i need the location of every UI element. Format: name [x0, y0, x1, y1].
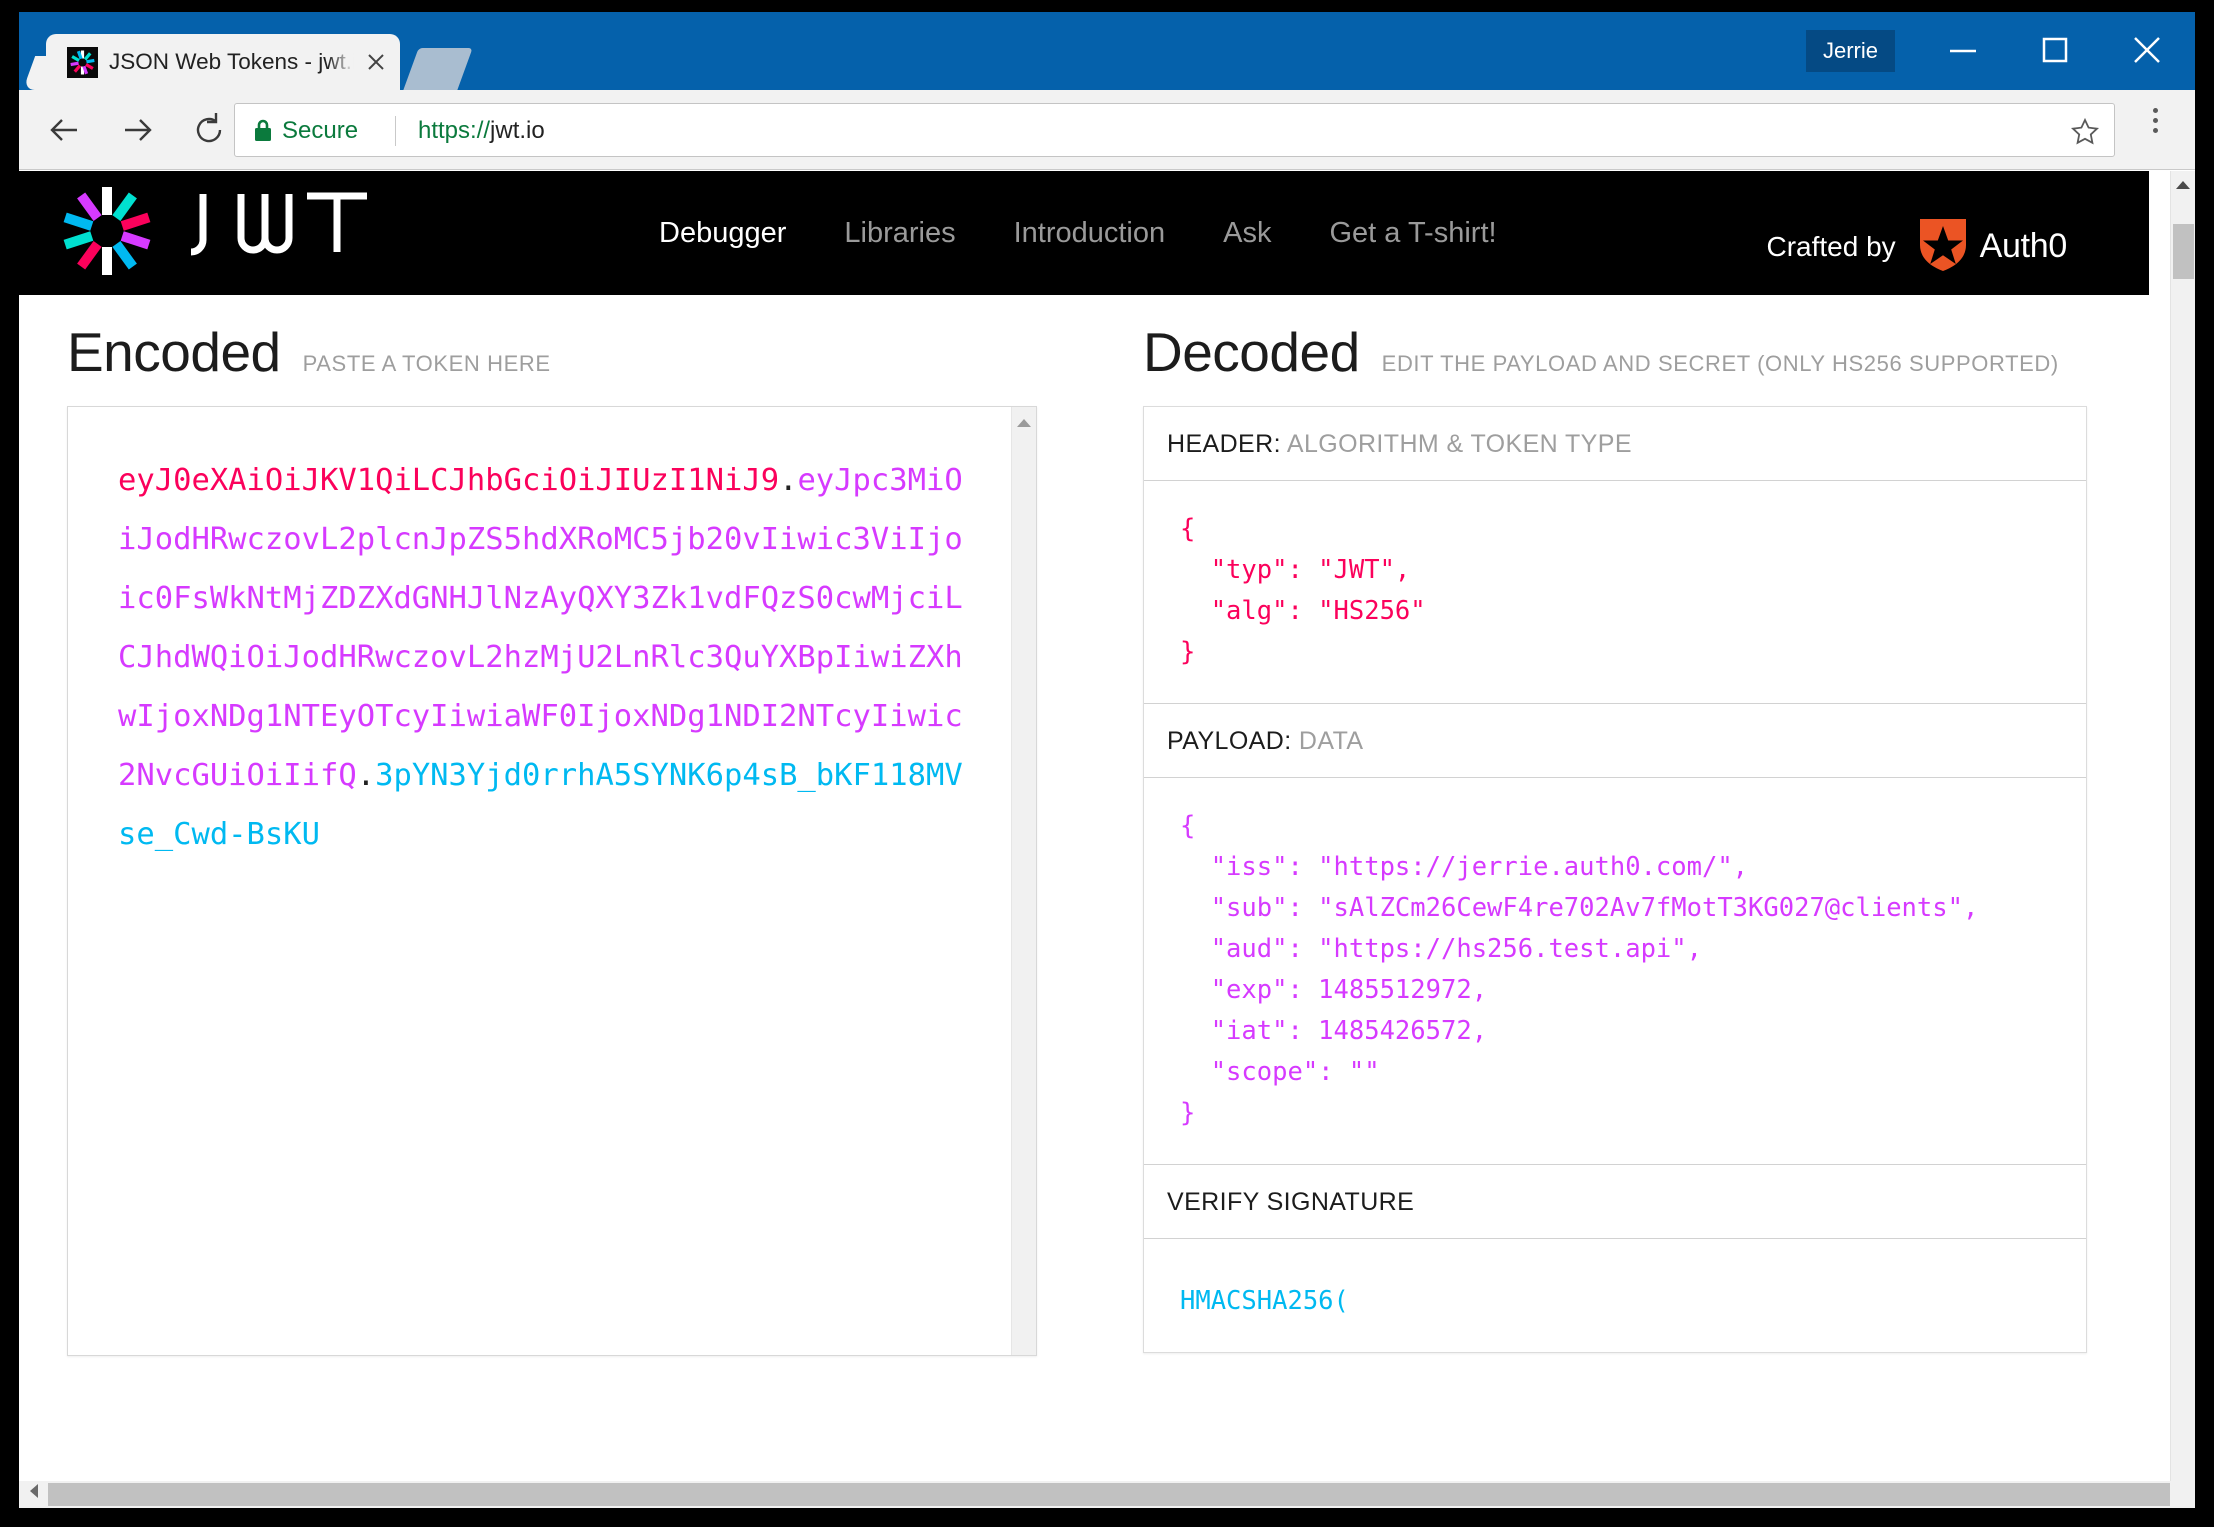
page-viewport: Debugger Libraries Introduction Ask Get …: [19, 171, 2195, 1508]
encoded-token-input[interactable]: eyJ0eXAiOiJKV1QiLCJhbGciOiJIUzI1NiJ9.eyJ…: [67, 406, 1037, 1356]
address-bar-url: https://jwt.io: [418, 115, 545, 147]
security-status-label: Secure: [282, 117, 359, 144]
nav-link-get-a-tshirt[interactable]: Get a T-shirt!: [1329, 217, 1496, 250]
site-header: Debugger Libraries Introduction Ask Get …: [19, 171, 2149, 295]
encoded-heading: Encoded PASTE A TOKEN HERE: [19, 295, 1081, 384]
menu-dot: [2152, 118, 2158, 123]
token-header-segment: eyJ0eXAiOiJKV1QiLCJhbGciOiJIUzI1NiJ9: [118, 463, 780, 498]
header-panel-label-muted: ALGORITHM & TOKEN TYPE: [1286, 430, 1632, 458]
encoded-title: Encoded: [67, 321, 281, 383]
auth0-wordmark: Auth0: [1979, 227, 2068, 265]
scroll-left-icon[interactable]: [23, 1483, 45, 1504]
site-navigation: Debugger Libraries Introduction Ask Get …: [659, 217, 1497, 250]
horizontal-scrollbar-thumb[interactable]: [48, 1483, 2170, 1506]
scrollbar-corner: [2170, 1481, 2195, 1508]
omnibox-divider: [395, 116, 396, 146]
decoded-heading: Decoded EDIT THE PAYLOAD AND SECRET (ONL…: [1081, 295, 2149, 384]
vertical-scrollbar-thumb[interactable]: [2173, 224, 2194, 279]
decoded-signature-code[interactable]: HMACSHA256(: [1144, 1239, 2086, 1352]
auth0-logo-icon: [1916, 215, 1970, 278]
page-vertical-scrollbar[interactable]: [2170, 171, 2195, 1481]
maximize-button[interactable]: [2019, 24, 2091, 76]
payload-panel-label-muted: DATA: [1298, 727, 1364, 755]
jwt-favicon-icon: [67, 47, 98, 78]
scroll-up-icon[interactable]: [1012, 415, 1036, 433]
token-separator: .: [356, 758, 376, 793]
decoded-payload-json[interactable]: { "iss": "https://jerrie.auth0.com/", "s…: [1144, 778, 2086, 1165]
url-host: jwt.io: [490, 117, 545, 144]
scroll-up-icon[interactable]: [2171, 177, 2195, 195]
crafted-by-auth0[interactable]: Crafted by Auth0: [1766, 215, 2067, 278]
jwt-wordmark: [181, 188, 381, 269]
crafted-by-label: Crafted by: [1766, 230, 1896, 262]
decoded-panels: HEADER: ALGORITHM & TOKEN TYPE { "typ": …: [1143, 406, 2087, 1353]
page-horizontal-scrollbar[interactable]: [19, 1481, 2195, 1508]
browser-tab-background[interactable]: [403, 48, 473, 90]
address-bar[interactable]: Secure https://jwt.io: [234, 103, 2115, 157]
browser-tab-title: JSON Web Tokens - jwt.io: [109, 46, 354, 78]
web-page: Debugger Libraries Introduction Ask Get …: [19, 171, 2149, 1481]
encoded-token-text[interactable]: eyJ0eXAiOiJKV1QiLCJhbGciOiJIUzI1NiJ9.eyJ…: [118, 451, 978, 864]
back-icon[interactable]: [39, 104, 91, 156]
encoded-subtitle: PASTE A TOKEN HERE: [302, 351, 551, 376]
decoded-column: Decoded EDIT THE PAYLOAD AND SECRET (ONL…: [1081, 295, 2149, 1353]
decoded-header-json[interactable]: { "typ": "JWT", "alg": "HS256" }: [1144, 481, 2086, 704]
browser-toolbar: Secure https://jwt.io: [19, 90, 2195, 170]
forward-icon[interactable]: [111, 104, 163, 156]
browser-tab-jwt[interactable]: JSON Web Tokens - jwt.io: [46, 34, 400, 90]
payload-panel-label: PAYLOAD: DATA: [1144, 704, 2086, 778]
lock-icon: [253, 118, 273, 143]
browser-titlebar: JSON Web Tokens - jwt.io Jerrie: [19, 12, 2195, 90]
header-panel-label-text: HEADER:: [1167, 430, 1281, 458]
decoded-subtitle: EDIT THE PAYLOAD AND SECRET (ONLY HS256 …: [1381, 351, 2059, 376]
debugger-content: Encoded PASTE A TOKEN HERE eyJ0eXAiOiJKV…: [19, 295, 2149, 1481]
close-icon[interactable]: [361, 47, 391, 77]
bookmark-star-icon[interactable]: [2070, 116, 2100, 146]
minimize-button[interactable]: [1927, 24, 1999, 76]
desktop-screen: JSON Web Tokens - jwt.io Jerrie Secure h…: [0, 0, 2214, 1527]
nav-link-ask[interactable]: Ask: [1223, 217, 1271, 250]
signature-panel-label: VERIFY SIGNATURE: [1144, 1165, 2086, 1239]
token-payload-segment: eyJpc3MiOiJodHRwczovL2plcnJpZS5hdXRoMC5j…: [118, 463, 963, 793]
nav-link-debugger[interactable]: Debugger: [659, 217, 786, 250]
window-close-button[interactable]: [2111, 24, 2183, 76]
jwt-brand-link[interactable]: [59, 183, 381, 279]
encoded-box-scrollbar[interactable]: [1011, 407, 1036, 1355]
decoded-title: Decoded: [1143, 321, 1360, 383]
token-separator: .: [779, 463, 798, 498]
menu-dot: [2152, 128, 2158, 133]
reload-icon[interactable]: [183, 104, 235, 156]
payload-panel-label-text: PAYLOAD:: [1167, 727, 1292, 755]
encoded-column: Encoded PASTE A TOKEN HERE eyJ0eXAiOiJKV…: [19, 295, 1081, 1356]
browser-window: JSON Web Tokens - jwt.io Jerrie Secure h…: [19, 12, 2195, 1508]
header-panel-label: HEADER: ALGORITHM & TOKEN TYPE: [1144, 407, 2086, 481]
menu-dot: [2152, 108, 2158, 113]
browser-menu-icon[interactable]: [2133, 108, 2177, 152]
nav-link-introduction[interactable]: Introduction: [1014, 217, 1166, 250]
profile-button[interactable]: Jerrie: [1805, 30, 1895, 72]
nav-link-libraries[interactable]: Libraries: [844, 217, 955, 250]
url-scheme: https://: [418, 117, 491, 144]
jwt-logo-icon: [59, 183, 155, 279]
